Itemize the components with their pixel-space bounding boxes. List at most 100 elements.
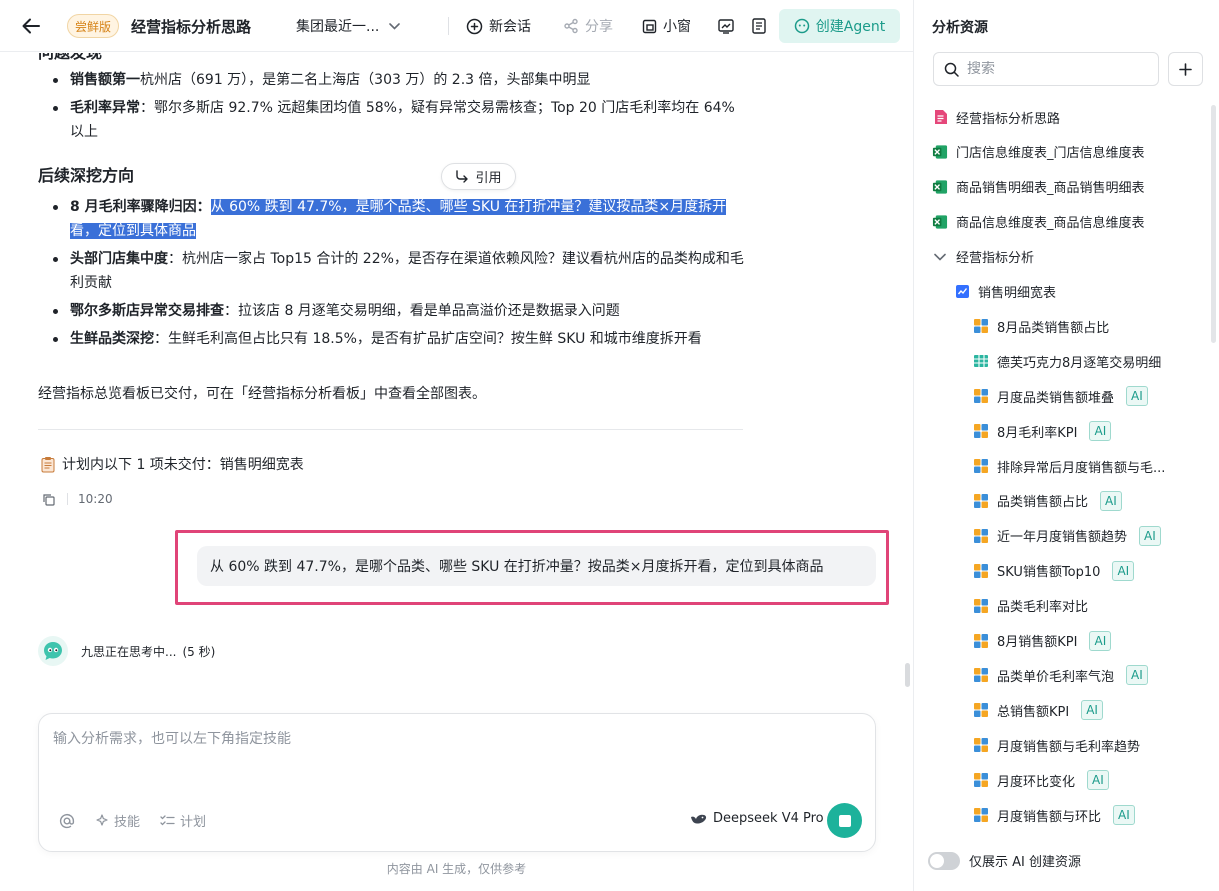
trial-badge: 尝鲜版 [67,14,120,38]
scrollbar[interactable] [1211,105,1216,343]
resource-item-label: 月度品类销售额堆叠 [997,390,1115,406]
direction-separator: ： [224,303,238,319]
chat-area: 问题发现 销售额第一杭州店（691 万），是第二名上海店（303 万）的 2.3… [0,53,913,891]
resource-item[interactable]: 门店信息维度表_门店信息维度表 [932,137,1145,167]
arrow-left-icon [22,18,40,34]
resource-item[interactable]: 月度品类销售额堆叠 AI [973,381,1148,411]
chart-icon [973,423,989,439]
resource-item[interactable]: 月度环比变化 AI [973,765,1109,795]
new-chat-button[interactable]: 新会话 [466,0,531,52]
search-input[interactable] [967,61,1147,77]
resource-item[interactable]: 8月销售额KPI AI [973,626,1112,656]
resource-item-label: 排除异常后月度销售额与毛... [997,460,1166,476]
cite-label: 引用 [475,171,502,186]
delivered-note: 经营指标总览看板已交付，可在「经营指标分析看板」中查看全部图表。 [38,386,486,402]
resource-item[interactable]: 品类销售额占比 AI [973,486,1122,516]
direction-separator: ： [154,331,168,347]
resource-item-label: 门店信息维度表_门店信息维度表 [956,146,1145,162]
resource-item-label: 商品信息维度表_商品信息维度表 [956,216,1145,232]
top-bar: 尝鲜版 经营指标分析思路 集团最近一... 新会话 分享 小窗 创建Agent [0,0,913,52]
ai-badge: AI [1087,770,1109,791]
resource-item-label: 商品销售明细表_商品销售明细表 [956,181,1145,197]
direction-text: 生鲜毛利高但占比只有 18.5%，是否有扩品扩店空间？按生鲜 SKU 和城市维度… [168,331,702,347]
resource-item-label: 销售明细宽表 [978,286,1057,301]
resource-item[interactable]: 经营指标分析思路 [932,102,1060,132]
add-resource-button[interactable] [1168,52,1203,86]
ai-only-label: 仅展示 AI 创建资源 [969,855,1081,870]
ai-only-toggle[interactable] [928,851,960,870]
chat-input[interactable] [53,731,833,747]
ai-badge: AI [1139,525,1161,546]
cite-button[interactable]: 引用 [441,163,516,190]
resource-item[interactable]: 月度销售额与毛利率趋势 [973,730,1140,760]
finding-label: 毛利率异常 [70,100,140,116]
dataset-icon [954,284,970,300]
resource-item-label: 8月毛利率KPI [997,425,1078,441]
resource-item-label: 经营指标分析思路 [956,111,1061,127]
stop-button[interactable] [827,803,862,838]
share-button[interactable]: 分享 [563,0,613,52]
resource-item[interactable]: 品类毛利率对比 [973,591,1088,621]
scrollbar[interactable] [905,663,910,687]
document-icon [752,18,766,34]
resource-item[interactable]: 近一年月度销售额趋势 AI [973,521,1161,551]
chart-icon [973,702,989,718]
resource-item[interactable]: 排除异常后月度销售额与毛... [973,451,1165,481]
direction-separator: ： [196,199,211,215]
resource-item-label: 总销售额KPI [997,704,1070,720]
model-selector[interactable]: Deepseek V4 Pro [690,811,824,826]
resource-item[interactable]: 德芙巧克力8月逐笔交易明细 [973,346,1161,376]
composer: 技能 计划 Deepseek V4 Pro [38,713,876,852]
resource-item[interactable]: 8月毛利率KPI AI [973,416,1112,446]
direction-label: 头部门店集中度 [70,251,168,267]
ai-badge: AI [1126,386,1148,407]
chart-icon [973,528,989,544]
directions-list: 8 月毛利率骤降归因：从 60% 跌到 47.7%，是哪个品类、哪些 SKU 在… [38,195,744,355]
mention-button[interactable] [59,813,75,829]
share-label: 分享 [585,19,613,35]
resource-item-label: 月度销售额与毛利率趋势 [997,739,1141,755]
chevron-down-icon[interactable] [932,249,948,265]
resource-item[interactable]: 商品信息维度表_商品信息维度表 [932,207,1145,237]
excel-icon [932,179,948,195]
mini-window-button[interactable]: 小窗 [642,0,691,52]
copy-icon[interactable] [42,493,55,506]
chart-icon [973,598,989,614]
resource-item[interactable]: 销售明细宽表 [954,277,1056,307]
resource-item[interactable]: 经营指标分析 [932,242,1034,272]
back-button[interactable] [14,0,48,52]
finding-label: 销售额第一 [70,72,140,88]
skill-button[interactable]: 技能 [95,811,140,830]
resource-item[interactable]: 总销售额KPI AI [973,695,1103,725]
finding-text: 杭州店（691 万），是第二名上海店（303 万）的 2.3 倍，头部集中明显 [140,72,591,88]
ai-badge: AI [1089,630,1112,651]
chart-icon [973,633,989,649]
resource-item[interactable]: SKU销售额Top10 AI [973,556,1135,586]
new-chat-icon [466,18,483,34]
list-item: 8 月毛利率骤降归因：从 60% 跌到 47.7%，是哪个品类、哪些 SKU 在… [38,195,744,243]
message-meta: 10:20 [42,492,113,506]
context-select-label: 集团最近一... [296,19,380,35]
new-chat-label: 新会话 [489,19,531,35]
clipboard-icon [41,456,55,472]
user-message-text: 从 60% 跌到 47.7%，是哪个品类、哪些 SKU 在打折冲量？按品类×月度… [210,559,824,575]
ai-badge: AI [1112,560,1135,581]
whale-icon [691,814,707,824]
direction-label: 8 月毛利率骤降归因 [70,199,197,215]
chart-icon [973,737,989,753]
chevron-down-icon [389,22,401,30]
resource-item[interactable]: 月度销售额与环比 AI [973,800,1135,830]
dashboard-button[interactable] [718,0,734,52]
thinking-label: 九思正在思考中... [81,644,177,659]
stop-icon [838,814,851,827]
document-button[interactable] [752,0,766,52]
create-agent-label: 创建Agent [815,19,886,35]
resource-item[interactable]: 8月品类销售额占比 [973,311,1109,341]
plus-icon [1179,62,1192,76]
create-agent-button[interactable]: 创建Agent [779,9,900,43]
context-select[interactable]: 集团最近一... [296,0,401,52]
section-heading-findings: 问题发现 [38,53,102,63]
plan-button[interactable]: 计划 [160,811,206,830]
resource-item[interactable]: 商品销售明细表_商品销售明细表 [932,172,1145,202]
resource-item[interactable]: 品类单价毛利率气泡 AI [973,660,1148,690]
